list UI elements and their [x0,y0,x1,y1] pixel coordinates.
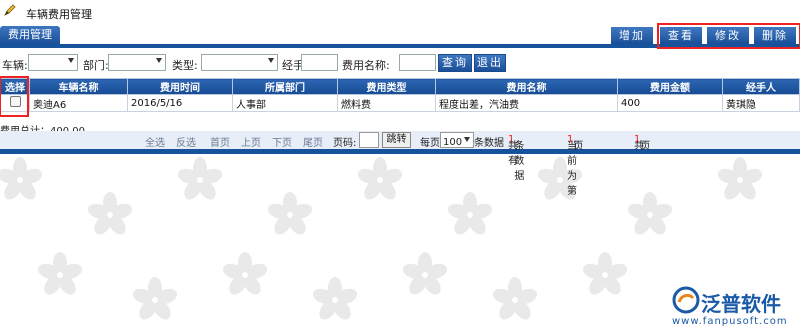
handler-cell: 黄琪隐 [722,94,800,112]
select-all-link[interactable]: 全选 [145,134,165,149]
last-page-link[interactable]: 尾页 [303,134,323,149]
current-page-info: 当前为第 1 页 [567,134,584,197]
column-header[interactable]: 费用名称 [435,78,618,95]
type-select[interactable] [201,54,278,71]
cost-name-input[interactable] [399,54,436,71]
column-header[interactable]: 费用时间 [127,78,233,95]
column-header[interactable]: 费用金额 [617,78,723,95]
table-header-row: 选择 车辆名称 费用时间 所属部门 费用类型 费用名称 费用金额 经手人 [0,78,800,95]
filter-bar: 车辆: 部门: 类型: 经手人: 费用名称: 查询 退出 [0,54,800,72]
page-title: 车辆费用管理 [26,8,92,21]
pen-icon [4,4,16,16]
page-number-input[interactable] [359,132,379,148]
table-row[interactable]: 奥迪A6 2016/5/16 人事部 燃料费 程度出差，汽油费 400 黄琪隐 [0,94,800,112]
cost-table: 选择 车辆名称 费用时间 所属部门 费用类型 费用名称 费用金额 经手人 奥迪A… [0,78,800,112]
add-button[interactable]: 增加 [611,27,653,44]
type-filter-label: 类型: [172,59,198,72]
total-pages-info: 共1页 [634,134,651,152]
page-number-label: 页码: [333,138,357,149]
vehicle-filter-label: 车辆: [2,59,28,72]
jump-button[interactable]: 跳转 [382,132,411,148]
chevron-down-icon [68,58,74,63]
handler-input[interactable] [301,54,338,71]
prev-page-link[interactable]: 上页 [241,134,261,149]
vehicle-name-cell: 奥迪A6 [29,94,128,112]
per-page-suffix: 条数据 [474,138,504,149]
per-page-value: 100 [443,137,463,148]
dept-cell: 人事部 [232,94,338,112]
logo-url-text: www.fanpusoft.com [672,316,788,327]
chevron-down-icon [268,58,274,63]
next-page-link[interactable]: 下页 [272,134,292,149]
vehicle-select[interactable] [28,54,78,71]
pagination-bar: 全选 反选 首页 上页 下页 尾页 页码: 跳转 每页 100 条数据 共有 1 条… [0,131,800,197]
search-button[interactable]: 查询 [438,54,472,72]
total-records: 共有 1 条数据 [508,134,525,182]
per-page-select[interactable]: 100 [440,132,474,148]
tab-cost-management[interactable]: 费用管理 [0,26,60,44]
column-header[interactable]: 费用类型 [337,78,436,95]
title-bar: 车辆费用管理 [0,0,800,22]
column-header[interactable]: 经手人 [722,78,800,95]
cost-name-cell: 程度出差，汽油费 [435,94,618,112]
column-header[interactable]: 车辆名称 [29,78,128,95]
cost-name-filter-label: 费用名称: [342,59,390,72]
dept-filter-label: 部门: [83,59,109,72]
cost-type-cell: 燃料费 [337,94,436,112]
logo-brand-text: 泛普软件 [701,292,781,316]
fanpu-logo: 泛普软件 www.fanpusoft.com [666,280,800,331]
dept-select[interactable] [108,54,166,71]
highlight-box-actions [657,23,800,49]
logo-mark-icon [672,286,700,314]
invert-selection-link[interactable]: 反选 [176,134,196,149]
per-page-label: 每页 [420,138,440,149]
chevron-down-icon [464,137,470,142]
amount-cell: 400 [617,94,723,112]
first-page-link[interactable]: 首页 [210,134,230,149]
cost-date-cell: 2016/5/16 [127,94,233,112]
column-header[interactable]: 所属部门 [232,78,338,95]
chevron-down-icon [156,58,162,63]
exit-button[interactable]: 退出 [474,54,506,72]
highlight-box-select [0,76,29,117]
